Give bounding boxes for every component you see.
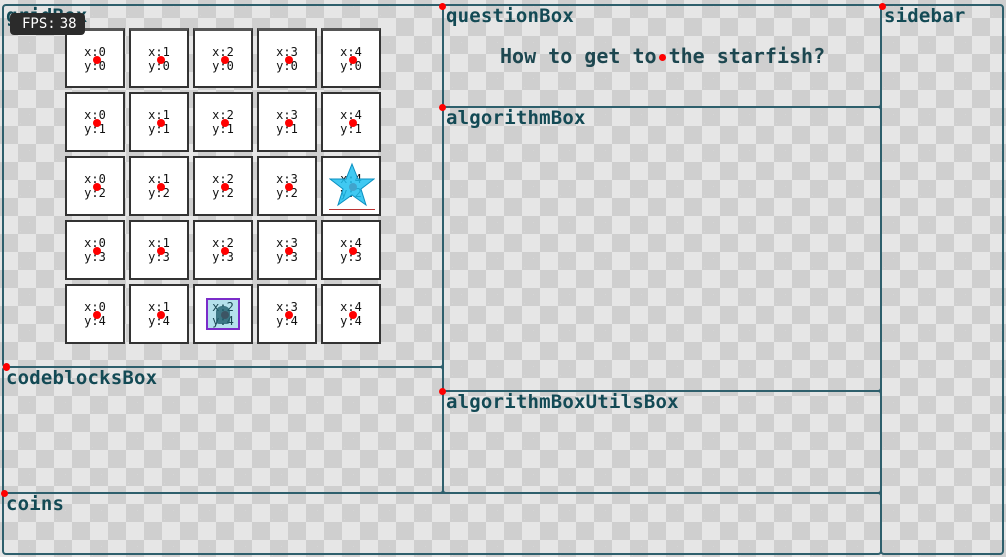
tile-anchor [221, 183, 229, 191]
grid-tile: x:1 y:3 [129, 220, 189, 280]
player-body-icon [216, 306, 230, 324]
grid-tile: x:3 y:0 [257, 28, 317, 88]
grid-tile: x:4 y:3 [321, 220, 381, 280]
grid-tile: x:2 y:3 [193, 220, 253, 280]
codeblocks-box-anchor [3, 364, 10, 371]
grid-tile: x:1 y:0 [129, 28, 189, 88]
player-character-icon [206, 298, 240, 330]
algorithm-box-anchor [439, 104, 446, 111]
goal-underline [329, 209, 375, 210]
tile-anchor [349, 119, 357, 127]
grid-tile: x:1 y:4 [129, 284, 189, 344]
grid-tile: x:3 y:2 [257, 156, 317, 216]
fps-counter: FPS: 38 [10, 13, 85, 35]
tile-anchor [285, 56, 293, 64]
tile-anchor [157, 56, 165, 64]
tile-anchor [157, 311, 165, 319]
tile-anchor [285, 247, 293, 255]
grid-tile: x:2 y:2 [193, 156, 253, 216]
tile-anchor [285, 183, 293, 191]
grid-tile: x:4y:2 [321, 156, 381, 216]
fps-value: 38 [59, 16, 77, 32]
grid-tile: x:4 y:1 [321, 92, 381, 152]
grid-tile: x:2y:4 [193, 284, 253, 344]
tile-anchor [93, 247, 101, 255]
algorithm-box[interactable]: algorithmBox [442, 106, 882, 392]
sidebar-anchor [879, 3, 886, 10]
tile-anchor [93, 183, 101, 191]
tile-anchor [93, 56, 101, 64]
tile-anchor [349, 247, 357, 255]
grid-tile: x:1 y:2 [129, 156, 189, 216]
tile-anchor [349, 56, 357, 64]
tile-anchor [221, 247, 229, 255]
algorithm-utils-box-label: algorithmBoxUtilsBox [446, 391, 679, 413]
grid-tile: x:1 y:1 [129, 92, 189, 152]
coins-label: coins [6, 493, 65, 515]
coins-anchor [1, 490, 8, 497]
grid-tile: x:0 y:0 [65, 28, 125, 88]
grid-tile: x:0 y:4 [65, 284, 125, 344]
codeblocks-box[interactable]: codeblocksBox [2, 366, 444, 494]
question-text-anchor [659, 54, 666, 61]
tile-anchor [285, 119, 293, 127]
tile-anchor [349, 311, 357, 319]
algorithm-utils-box[interactable]: algorithmBoxUtilsBox [442, 390, 882, 494]
algorithm-utils-box-anchor [439, 388, 446, 395]
tile-anchor [285, 311, 293, 319]
codeblocks-box-label: codeblocksBox [6, 367, 158, 389]
question-box-label: questionBox [446, 5, 575, 27]
grid-tile: x:4 y:4 [321, 284, 381, 344]
grid-tile: x:3 y:4 [257, 284, 317, 344]
tile-anchor [221, 56, 229, 64]
tile-anchor [157, 119, 165, 127]
tile-anchor [157, 183, 165, 191]
tile-anchor [157, 247, 165, 255]
tile-anchor [93, 311, 101, 319]
grid-tile: x:2 y:0 [193, 28, 253, 88]
coins-box: coins [2, 492, 882, 555]
grid-tile: x:0 y:1 [65, 92, 125, 152]
tile-anchor [221, 119, 229, 127]
grid-tile: x:0 y:3 [65, 220, 125, 280]
grid-tile: x:4 y:0 [321, 28, 381, 88]
sidebar-label: sidebar [884, 5, 966, 27]
grid-tile: x:0 y:2 [65, 156, 125, 216]
starfish-icon [329, 162, 375, 207]
fps-label: FPS: [22, 16, 56, 32]
grid-tile: x:3 y:3 [257, 220, 317, 280]
sidebar-box: sidebar [880, 4, 1004, 555]
question-box-anchor [439, 3, 446, 10]
grid-tile: x:3 y:1 [257, 92, 317, 152]
grid-tile: x:2 y:1 [193, 92, 253, 152]
tile-anchor [93, 119, 101, 127]
algorithm-box-label: algorithmBox [446, 107, 586, 129]
